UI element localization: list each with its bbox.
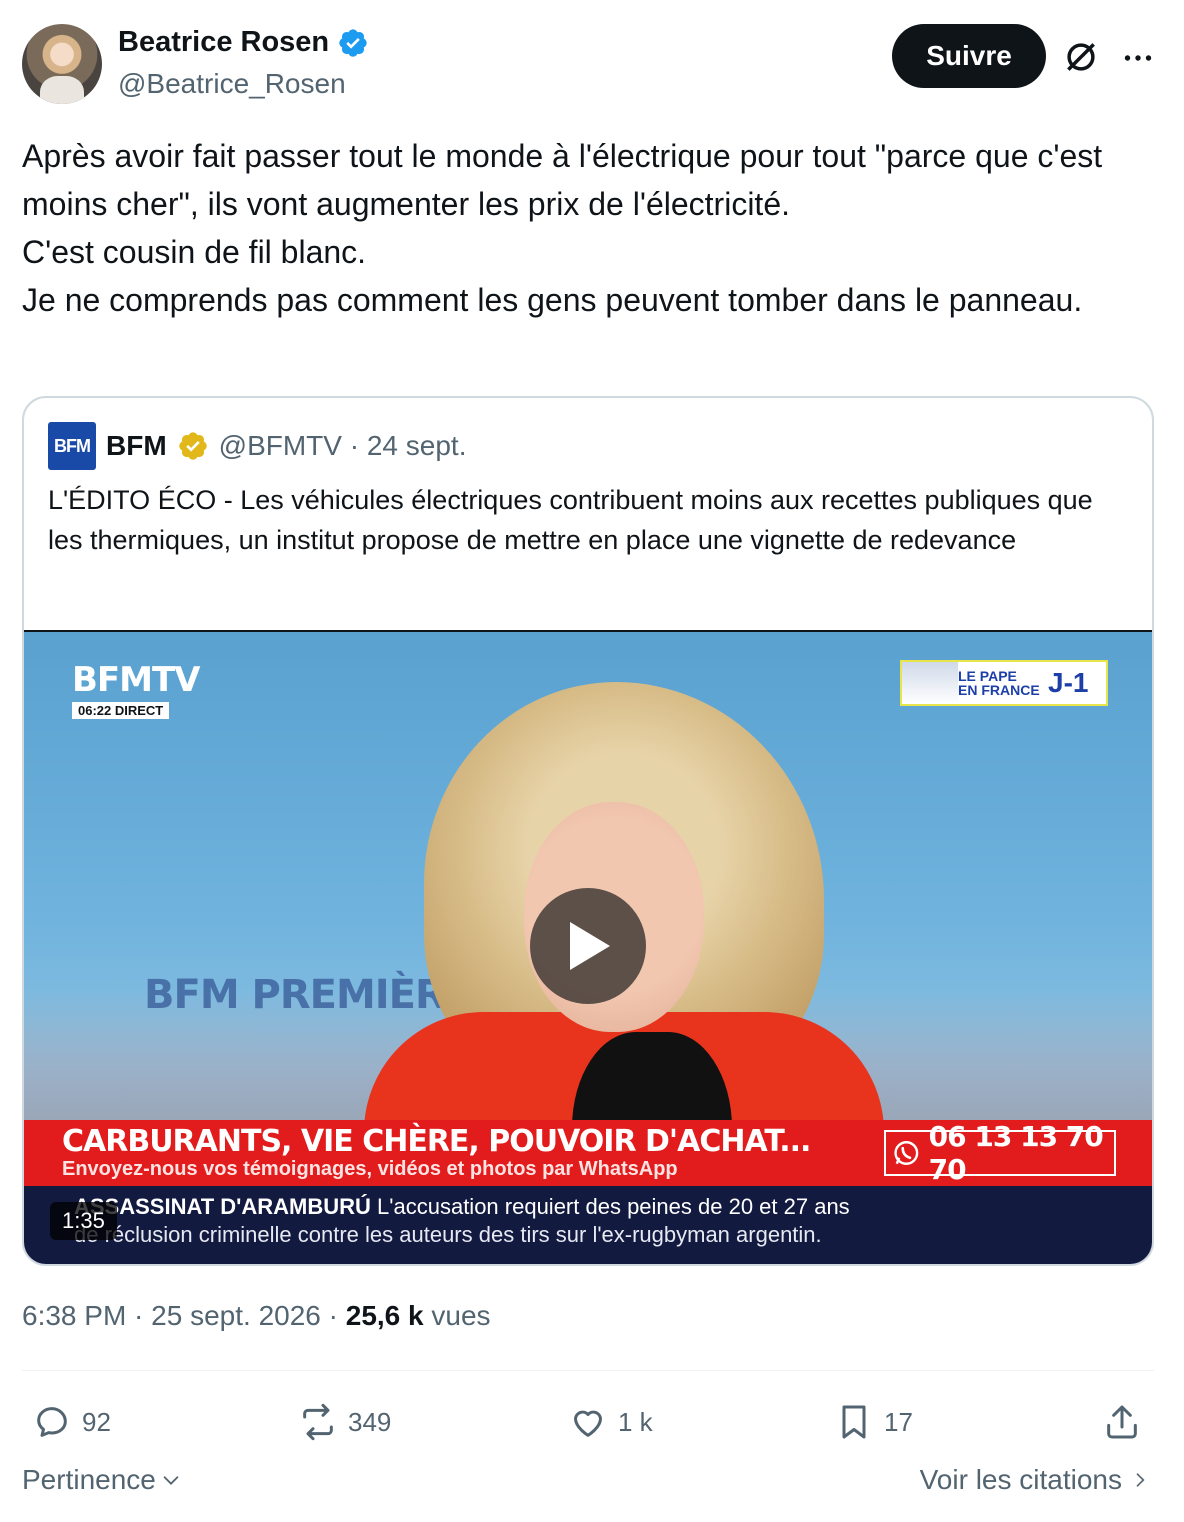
action-bar: 92 349 1 k 17 xyxy=(22,1392,1154,1452)
share-button[interactable] xyxy=(1102,1392,1142,1452)
bookmark-button[interactable]: 17 xyxy=(834,1392,913,1452)
video-duration: 1:35 xyxy=(50,1202,117,1240)
chevron-down-icon xyxy=(163,1476,179,1485)
verified-gold-badge-icon xyxy=(178,432,207,460)
quoted-tweet-header: BFM BFM @BFMTV · 24 sept. xyxy=(48,422,466,470)
repost-icon xyxy=(303,1403,333,1441)
more-options-icon[interactable] xyxy=(1120,40,1156,76)
share-icon xyxy=(1107,1405,1137,1439)
sort-label: Pertinence xyxy=(22,1464,156,1495)
divider xyxy=(22,1370,1154,1371)
banner-subtitle: Envoyez-nous vos témoignages, vidéos et … xyxy=(62,1158,678,1180)
video-player[interactable]: BFM PREMIÈRE BFMTV 06:22 DIRECT LE PAPE … xyxy=(24,630,1152,1264)
sort-dropdown[interactable]: Pertinence xyxy=(22,1464,182,1496)
tweet-text-line: Après avoir fait passer tout le monde à … xyxy=(22,138,1103,222)
like-button[interactable]: 1 k xyxy=(568,1392,653,1452)
verified-badge-icon xyxy=(339,28,367,57)
chevron-right-icon xyxy=(1136,1473,1145,1487)
bfmtv-channel-logo: BFMTV 06:22 DIRECT xyxy=(72,660,200,719)
tweet-text-line: C'est cousin de fil blanc. xyxy=(22,234,367,270)
view-quotes-label: Voir les citations xyxy=(919,1464,1122,1495)
repost-button[interactable]: 349 xyxy=(298,1392,391,1452)
tweet-header: Beatrice Rosen @Beatrice_Rosen Suivre xyxy=(22,22,1162,106)
reply-count: 92 xyxy=(82,1406,111,1437)
news-ticker: ASSASSINAT D'ARAMBURÚ L'accusation requi… xyxy=(24,1186,1152,1264)
author-display-name[interactable]: Beatrice Rosen xyxy=(118,26,329,59)
views-label: vues xyxy=(423,1300,491,1331)
play-icon xyxy=(570,922,610,970)
follow-button[interactable]: Suivre xyxy=(892,24,1046,88)
timestamp[interactable]: 6:38 PM · 25 sept. 2026 · xyxy=(22,1300,346,1331)
quoted-tweet-text: L'ÉDITO ÉCO - Les véhicules électriques … xyxy=(48,485,1093,555)
views-count: 25,6 k xyxy=(345,1300,424,1331)
bookmark-icon xyxy=(842,1405,866,1439)
reply-icon xyxy=(37,1407,67,1437)
quoted-author-name: BFM xyxy=(106,430,167,461)
tweet-text-line: Je ne comprends pas comment les gens peu… xyxy=(22,282,1083,318)
grok-icon[interactable] xyxy=(1062,38,1100,76)
quoted-tweet[interactable]: BFM BFM @BFMTV · 24 sept. L'ÉDITO ÉCO - … xyxy=(22,396,1154,1266)
play-button[interactable] xyxy=(530,888,646,1004)
like-count: 1 k xyxy=(618,1406,653,1437)
pape-en-france-badge: LE PAPE EN FRANCE J-1 xyxy=(900,660,1108,706)
quoted-handle-date: @BFMTV · 24 sept. xyxy=(218,430,467,461)
author-name-row: Beatrice Rosen xyxy=(118,26,369,59)
repost-count: 349 xyxy=(348,1406,392,1437)
bookmark-count: 17 xyxy=(884,1406,913,1437)
heart-icon xyxy=(574,1410,602,1437)
whatsapp-icon xyxy=(894,1141,919,1165)
view-quotes-link[interactable]: Voir les citations xyxy=(920,1464,1150,1496)
reply-button[interactable]: 92 xyxy=(32,1392,111,1452)
author-handle[interactable]: @Beatrice_Rosen xyxy=(118,68,346,100)
tweet-text: Après avoir fait passer tout le monde à … xyxy=(22,132,1152,324)
banner-title: CARBURANTS, VIE CHÈRE, POUVOIR D'ACHAT..… xyxy=(62,1124,811,1159)
bfm-avatar: BFM xyxy=(48,422,96,470)
tweet-meta: 6:38 PM · 25 sept. 2026 · 25,6 k vues xyxy=(22,1300,491,1332)
whatsapp-phone: 06 13 13 70 70 xyxy=(884,1120,1116,1186)
avatar[interactable] xyxy=(22,24,102,104)
live-time-badge: 06:22 DIRECT xyxy=(72,702,170,719)
news-banner: CARBURANTS, VIE CHÈRE, POUVOIR D'ACHAT..… xyxy=(24,1120,1152,1186)
background-studio-text: BFM PREMIÈRE xyxy=(144,972,472,1018)
